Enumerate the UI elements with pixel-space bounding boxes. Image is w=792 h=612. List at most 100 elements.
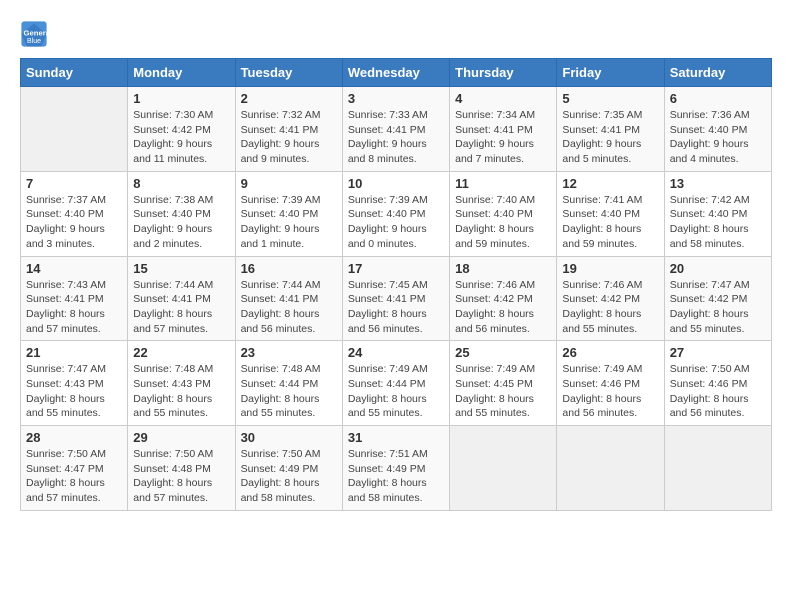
day-info: Sunrise: 7:43 AM Sunset: 4:41 PM Dayligh… (26, 278, 122, 337)
day-info: Sunrise: 7:47 AM Sunset: 4:43 PM Dayligh… (26, 362, 122, 421)
calendar-cell: 19 Sunrise: 7:46 AM Sunset: 4:42 PM Dayli… (557, 256, 664, 341)
day-number: 9 (241, 176, 337, 191)
day-info: Sunrise: 7:35 AM Sunset: 4:41 PM Dayligh… (562, 108, 658, 167)
day-number: 14 (26, 261, 122, 276)
day-number: 7 (26, 176, 122, 191)
day-info: Sunrise: 7:50 AM Sunset: 4:46 PM Dayligh… (670, 362, 766, 421)
day-info: Sunrise: 7:49 AM Sunset: 4:46 PM Dayligh… (562, 362, 658, 421)
day-number: 8 (133, 176, 229, 191)
day-number: 29 (133, 430, 229, 445)
day-info: Sunrise: 7:48 AM Sunset: 4:44 PM Dayligh… (241, 362, 337, 421)
calendar-cell: 23 Sunrise: 7:48 AM Sunset: 4:44 PM Dayli… (235, 341, 342, 426)
day-number: 22 (133, 345, 229, 360)
calendar-cell: 31Sunrise: 7:51 AM Sunset: 4:49 PM Dayli… (342, 426, 449, 511)
day-number: 11 (455, 176, 551, 191)
day-info: Sunrise: 7:49 AM Sunset: 4:44 PM Dayligh… (348, 362, 444, 421)
day-number: 10 (348, 176, 444, 191)
day-info: Sunrise: 7:44 AM Sunset: 4:41 PM Dayligh… (241, 278, 337, 337)
day-info: Sunrise: 7:50 AM Sunset: 4:47 PM Dayligh… (26, 447, 122, 506)
calendar-cell (557, 426, 664, 511)
day-number: 23 (241, 345, 337, 360)
day-info: Sunrise: 7:50 AM Sunset: 4:49 PM Dayligh… (241, 447, 337, 506)
day-info: Sunrise: 7:46 AM Sunset: 4:42 PM Dayligh… (562, 278, 658, 337)
calendar-cell: 29 Sunrise: 7:50 AM Sunset: 4:48 PM Dayli… (128, 426, 235, 511)
day-number: 3 (348, 91, 444, 106)
header-wednesday: Wednesday (342, 59, 449, 87)
day-number: 28 (26, 430, 122, 445)
calendar-cell: 5 Sunrise: 7:35 AM Sunset: 4:41 PM Daylig… (557, 87, 664, 172)
header-saturday: Saturday (664, 59, 771, 87)
calendar-cell: 15 Sunrise: 7:44 AM Sunset: 4:41 PM Dayli… (128, 256, 235, 341)
page-header: General Blue (20, 20, 772, 48)
day-number: 18 (455, 261, 551, 276)
calendar-cell: 24Sunrise: 7:49 AM Sunset: 4:44 PM Dayli… (342, 341, 449, 426)
calendar-cell: 21 Sunrise: 7:47 AM Sunset: 4:43 PM Dayli… (21, 341, 128, 426)
day-number: 15 (133, 261, 229, 276)
day-info: Sunrise: 7:34 AM Sunset: 4:41 PM Dayligh… (455, 108, 551, 167)
day-number: 13 (670, 176, 766, 191)
day-info: Sunrise: 7:44 AM Sunset: 4:41 PM Dayligh… (133, 278, 229, 337)
logo: General Blue (20, 20, 52, 48)
calendar-cell: 18 Sunrise: 7:46 AM Sunset: 4:42 PM Dayli… (450, 256, 557, 341)
calendar-cell: 2Sunrise: 7:32 AM Sunset: 4:41 PM Daylig… (235, 87, 342, 172)
calendar-cell (21, 87, 128, 172)
day-info: Sunrise: 7:39 AM Sunset: 4:40 PM Dayligh… (241, 193, 337, 252)
calendar-table: SundayMondayTuesdayWednesdayThursdayFrid… (20, 58, 772, 511)
day-number: 21 (26, 345, 122, 360)
calendar-cell: 14 Sunrise: 7:43 AM Sunset: 4:41 PM Dayli… (21, 256, 128, 341)
day-number: 16 (241, 261, 337, 276)
day-info: Sunrise: 7:39 AM Sunset: 4:40 PM Dayligh… (348, 193, 444, 252)
day-number: 25 (455, 345, 551, 360)
calendar-week-row: 14 Sunrise: 7:43 AM Sunset: 4:41 PM Dayli… (21, 256, 772, 341)
day-info: Sunrise: 7:51 AM Sunset: 4:49 PM Dayligh… (348, 447, 444, 506)
calendar-week-row: 28 Sunrise: 7:50 AM Sunset: 4:47 PM Dayli… (21, 426, 772, 511)
header-friday: Friday (557, 59, 664, 87)
calendar-cell: 26 Sunrise: 7:49 AM Sunset: 4:46 PM Dayli… (557, 341, 664, 426)
calendar-cell: 20Sunrise: 7:47 AM Sunset: 4:42 PM Dayli… (664, 256, 771, 341)
header-monday: Monday (128, 59, 235, 87)
calendar-cell: 3 Sunrise: 7:33 AM Sunset: 4:41 PM Daylig… (342, 87, 449, 172)
day-number: 27 (670, 345, 766, 360)
calendar-cell: 16 Sunrise: 7:44 AM Sunset: 4:41 PM Dayli… (235, 256, 342, 341)
calendar-week-row: 1 Sunrise: 7:30 AM Sunset: 4:42 PM Daylig… (21, 87, 772, 172)
calendar-cell: 9 Sunrise: 7:39 AM Sunset: 4:40 PM Daylig… (235, 171, 342, 256)
day-number: 30 (241, 430, 337, 445)
calendar-cell: 7 Sunrise: 7:37 AM Sunset: 4:40 PM Daylig… (21, 171, 128, 256)
day-number: 12 (562, 176, 658, 191)
day-info: Sunrise: 7:30 AM Sunset: 4:42 PM Dayligh… (133, 108, 229, 167)
day-info: Sunrise: 7:37 AM Sunset: 4:40 PM Dayligh… (26, 193, 122, 252)
day-info: Sunrise: 7:49 AM Sunset: 4:45 PM Dayligh… (455, 362, 551, 421)
day-info: Sunrise: 7:38 AM Sunset: 4:40 PM Dayligh… (133, 193, 229, 252)
day-number: 19 (562, 261, 658, 276)
day-info: Sunrise: 7:41 AM Sunset: 4:40 PM Dayligh… (562, 193, 658, 252)
day-number: 5 (562, 91, 658, 106)
calendar-cell: 30 Sunrise: 7:50 AM Sunset: 4:49 PM Dayli… (235, 426, 342, 511)
calendar-cell: 17Sunrise: 7:45 AM Sunset: 4:41 PM Dayli… (342, 256, 449, 341)
header-tuesday: Tuesday (235, 59, 342, 87)
day-info: Sunrise: 7:40 AM Sunset: 4:40 PM Dayligh… (455, 193, 551, 252)
calendar-cell: 27 Sunrise: 7:50 AM Sunset: 4:46 PM Dayli… (664, 341, 771, 426)
day-info: Sunrise: 7:50 AM Sunset: 4:48 PM Dayligh… (133, 447, 229, 506)
header-thursday: Thursday (450, 59, 557, 87)
calendar-cell: 10 Sunrise: 7:39 AM Sunset: 4:40 PM Dayli… (342, 171, 449, 256)
calendar-week-row: 21 Sunrise: 7:47 AM Sunset: 4:43 PM Dayli… (21, 341, 772, 426)
calendar-cell (664, 426, 771, 511)
day-number: 1 (133, 91, 229, 106)
calendar-cell: 11 Sunrise: 7:40 AM Sunset: 4:40 PM Dayli… (450, 171, 557, 256)
calendar-cell: 1 Sunrise: 7:30 AM Sunset: 4:42 PM Daylig… (128, 87, 235, 172)
svg-text:General: General (24, 28, 49, 37)
day-info: Sunrise: 7:36 AM Sunset: 4:40 PM Dayligh… (670, 108, 766, 167)
day-number: 6 (670, 91, 766, 106)
day-number: 26 (562, 345, 658, 360)
day-info: Sunrise: 7:46 AM Sunset: 4:42 PM Dayligh… (455, 278, 551, 337)
day-info: Sunrise: 7:33 AM Sunset: 4:41 PM Dayligh… (348, 108, 444, 167)
calendar-cell: 4 Sunrise: 7:34 AM Sunset: 4:41 PM Daylig… (450, 87, 557, 172)
header-sunday: Sunday (21, 59, 128, 87)
day-number: 4 (455, 91, 551, 106)
svg-text:Blue: Blue (27, 38, 41, 45)
logo-icon: General Blue (20, 20, 48, 48)
calendar-week-row: 7 Sunrise: 7:37 AM Sunset: 4:40 PM Daylig… (21, 171, 772, 256)
calendar-cell: 6 Sunrise: 7:36 AM Sunset: 4:40 PM Daylig… (664, 87, 771, 172)
day-info: Sunrise: 7:45 AM Sunset: 4:41 PM Dayligh… (348, 278, 444, 337)
calendar-header-row: SundayMondayTuesdayWednesdayThursdayFrid… (21, 59, 772, 87)
